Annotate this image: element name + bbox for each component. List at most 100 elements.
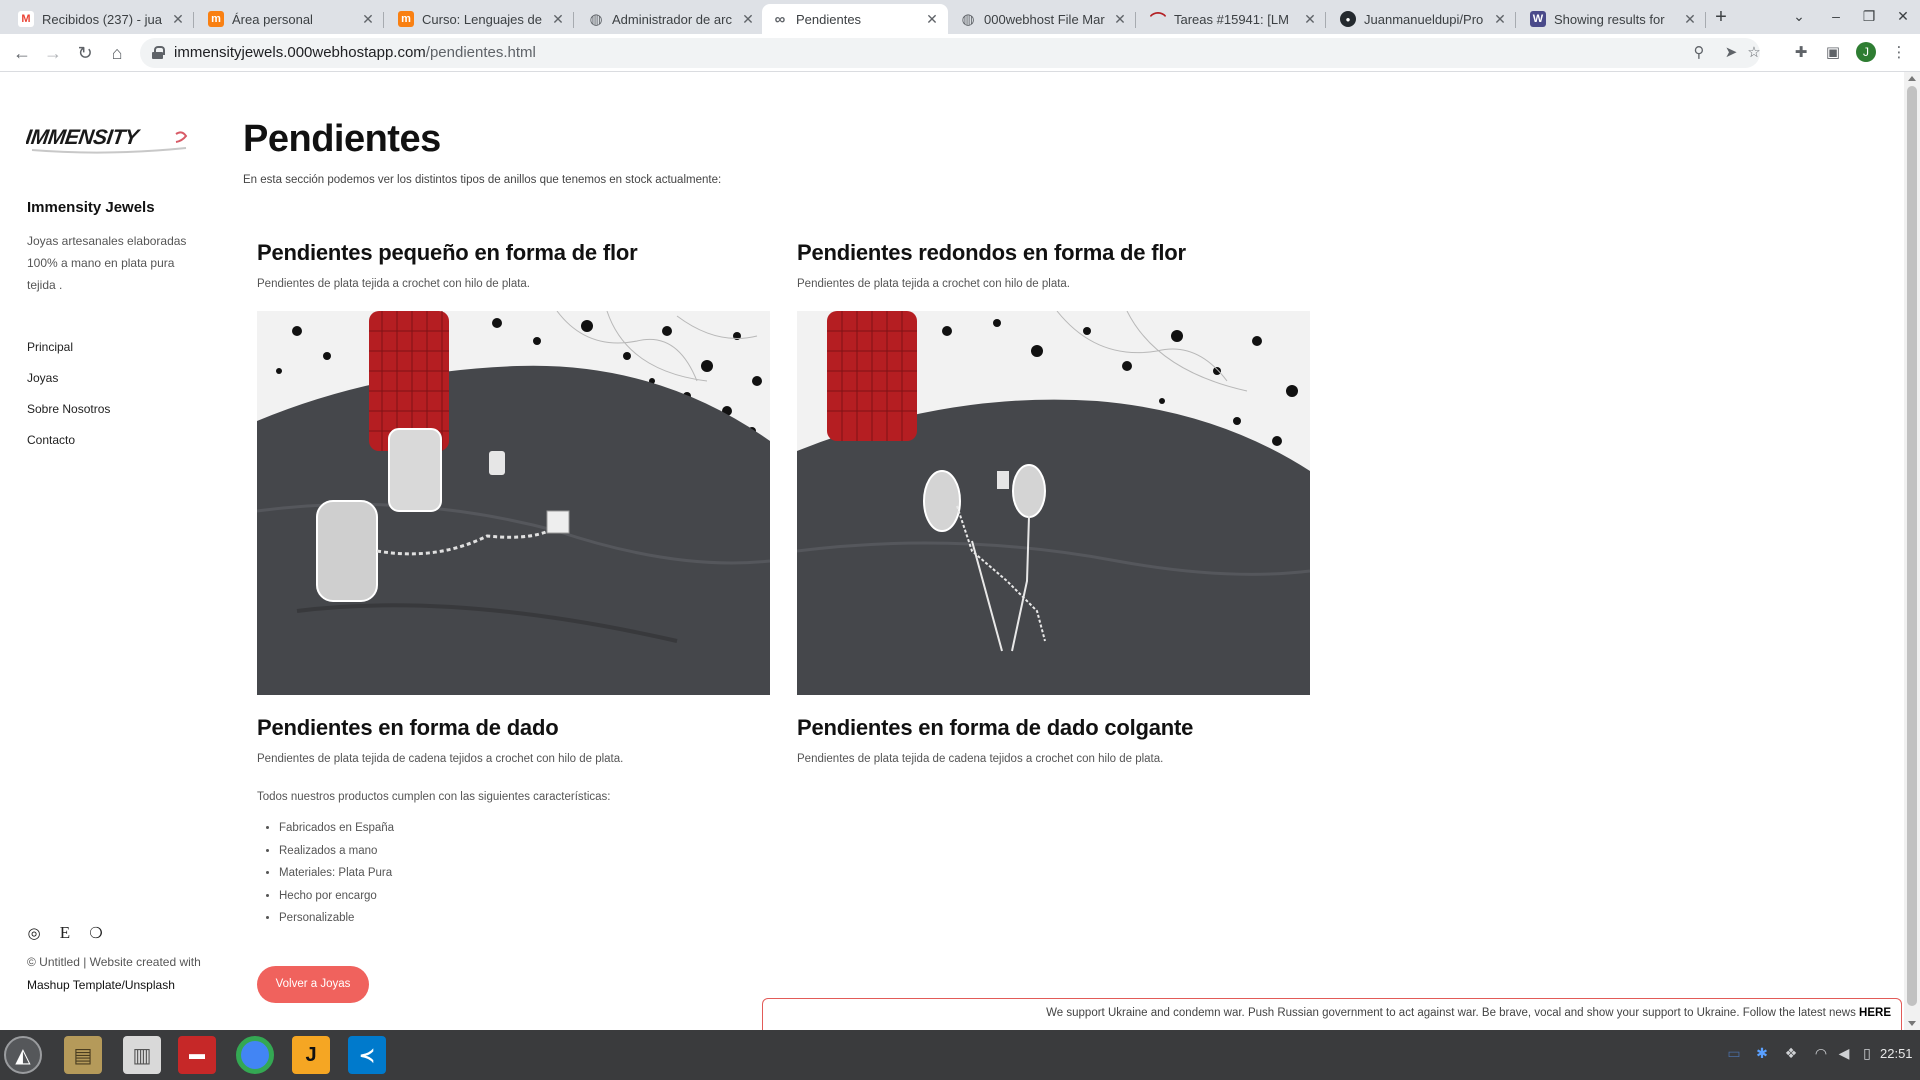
- profile-avatar[interactable]: J: [1856, 42, 1876, 62]
- product-photo: [257, 311, 770, 695]
- close-icon[interactable]: ✕: [924, 11, 940, 28]
- browser-tab-bar: M Recibidos (237) - jua ✕ m Área persona…: [0, 0, 1920, 34]
- tab-tareas[interactable]: ⌒ Tareas #15941: [LM ✕: [1140, 4, 1326, 34]
- close-icon[interactable]: ✕: [1112, 11, 1128, 28]
- system-clock[interactable]: 22:51: [1880, 1046, 1913, 1061]
- battery-icon[interactable]: ▯: [1858, 1045, 1876, 1062]
- product-title: Pendientes en forma de dado: [257, 715, 559, 740]
- features-intro: Todos nuestros productos cumplen con las…: [257, 791, 611, 803]
- home-icon[interactable]: ⌂: [105, 41, 129, 65]
- page-title: Pendientes: [243, 118, 441, 160]
- close-icon[interactable]: ✕: [740, 11, 756, 28]
- close-icon[interactable]: ✕: [1492, 11, 1508, 28]
- site-tagline: Joyas artesanales elaboradas 100% a mano…: [27, 234, 187, 292]
- scroll-up-icon[interactable]: [1908, 76, 1916, 81]
- tab-label: Área personal: [232, 11, 313, 27]
- close-icon[interactable]: ✕: [1302, 11, 1318, 28]
- close-icon[interactable]: ✕: [170, 11, 186, 28]
- nav-item-sobre-nosotros[interactable]: Sobre Nosotros: [27, 402, 110, 433]
- wolf-icon: W: [1530, 11, 1546, 27]
- tab-filemanager[interactable]: ◍ 000webhost File Mar ✕: [950, 4, 1136, 34]
- globe-icon: ◍: [589, 11, 603, 28]
- scrollbar-thumb[interactable]: [1907, 86, 1917, 1006]
- tab-showing-results[interactable]: W Showing results for ✕: [1520, 4, 1706, 34]
- address-bar[interactable]: immensityjewels.000webhostapp.com/pendie…: [140, 38, 1761, 68]
- browser-toolbar: ← → ↻ ⌂ immensityjewels.000webhostapp.co…: [0, 34, 1920, 72]
- close-icon[interactable]: ✕: [1682, 11, 1698, 28]
- nav-item-contacto[interactable]: Contacto: [27, 433, 110, 464]
- product-description: Pendientes de plata tejida a crochet con…: [257, 278, 530, 290]
- tab-search-chevron-icon[interactable]: ⌄: [1789, 8, 1809, 25]
- sidebar: IMMENSITY Immensity Jewels Joyas artesan…: [0, 72, 220, 1030]
- site-logo[interactable]: IMMENSITY: [26, 122, 192, 156]
- product-title: Pendientes redondos en forma de flor: [797, 240, 1186, 265]
- page-viewport: IMMENSITY Immensity Jewels Joyas artesan…: [0, 72, 1920, 1030]
- restore-icon[interactable]: ❐: [1859, 8, 1879, 25]
- tab-github[interactable]: ● Juanmanueldupi/Pro ✕: [1330, 4, 1516, 34]
- minimize-icon[interactable]: –: [1826, 8, 1846, 24]
- tab-label: Pendientes: [796, 11, 862, 27]
- wifi-icon[interactable]: ◠: [1812, 1045, 1830, 1062]
- terminal-icon[interactable]: ▬: [178, 1036, 216, 1074]
- features-list: Fabricados en España Realizados a mano M…: [257, 822, 394, 935]
- nav-item-joyas[interactable]: Joyas: [27, 371, 110, 402]
- close-icon[interactable]: ✕: [550, 11, 566, 28]
- zorin-menu-icon[interactable]: ◭: [4, 1036, 42, 1074]
- tab-area-personal[interactable]: m Área personal ✕: [198, 4, 384, 34]
- feature-item: Fabricados en España: [279, 822, 394, 845]
- banner-text: We support Ukraine and condemn war. Push…: [1046, 1007, 1891, 1019]
- logo-text: IMMENSITY: [26, 126, 142, 149]
- tab-label: Administrador de arc: [612, 11, 732, 27]
- mashup-template-link[interactable]: Mashup Template: [27, 978, 122, 992]
- lock-icon[interactable]: [152, 46, 165, 59]
- banner-here-link[interactable]: HERE: [1859, 1007, 1891, 1019]
- feature-item: Personalizable: [279, 912, 394, 935]
- zoom-icon[interactable]: ⚲: [1688, 42, 1710, 64]
- tab-pendientes[interactable]: ∞ Pendientes ✕: [762, 4, 948, 34]
- extensions-puzzle-icon[interactable]: ✚: [1790, 42, 1812, 64]
- forward-arrow-icon[interactable]: →: [41, 41, 65, 65]
- side-panel-icon[interactable]: ▣: [1822, 42, 1844, 64]
- globe-icon: ◍: [961, 11, 975, 28]
- reload-icon[interactable]: ↻: [73, 41, 97, 65]
- ukraine-support-banner: We support Ukraine and condemn war. Push…: [762, 998, 1902, 1030]
- etsy-icon[interactable]: E: [58, 923, 72, 943]
- feature-item: Hecho por encargo: [279, 890, 394, 913]
- tab-gmail[interactable]: M Recibidos (237) - jua ✕: [8, 4, 194, 34]
- dropbox-icon[interactable]: ❖: [1782, 1045, 1800, 1062]
- vscode-icon[interactable]: ≺: [348, 1036, 386, 1074]
- github-icon[interactable]: ❍: [89, 924, 103, 942]
- back-to-jewels-button[interactable]: Volver a Joyas: [257, 966, 369, 1003]
- network-status-icon[interactable]: ▭: [1725, 1045, 1743, 1062]
- file-cabinet-icon[interactable]: ▥: [123, 1036, 161, 1074]
- close-window-icon[interactable]: ✕: [1893, 8, 1913, 25]
- feature-item: Materiales: Plata Pura: [279, 867, 394, 890]
- files-icon[interactable]: ▤: [64, 1036, 102, 1074]
- main-content: Pendientes En esta sección podemos ver l…: [243, 72, 1893, 1030]
- close-icon[interactable]: ✕: [360, 11, 376, 28]
- back-arrow-icon[interactable]: ←: [10, 41, 34, 65]
- tab-curso[interactable]: m Curso: Lenguajes de ✕: [388, 4, 574, 34]
- feature-item: Realizados a mano: [279, 845, 394, 868]
- intellij-icon[interactable]: J: [292, 1036, 330, 1074]
- menu-dots-icon[interactable]: ⋮: [1888, 42, 1910, 64]
- product-title: Pendientes pequeño en forma de flor: [257, 240, 638, 265]
- product-title: Pendientes en forma de dado colgante: [797, 715, 1194, 740]
- unsplash-link[interactable]: Unsplash: [125, 978, 175, 992]
- page-scrollbar[interactable]: [1904, 72, 1920, 1030]
- os-taskbar: ◭ ▤ ▥ ▬ J ≺ ▭ ✱ ❖ ◠ ◀ ▯ 22:51: [0, 1030, 1920, 1080]
- bluetooth-icon[interactable]: ✱: [1753, 1045, 1771, 1062]
- tab-label: 000webhost File Mar: [984, 11, 1105, 27]
- product-card: Pendientes en forma de dado Pendientes d…: [257, 715, 770, 765]
- scroll-down-icon[interactable]: [1908, 1021, 1916, 1026]
- chrome-icon[interactable]: [236, 1036, 274, 1074]
- send-icon[interactable]: ➤: [1720, 42, 1742, 64]
- nav-item-principal[interactable]: Principal: [27, 340, 110, 371]
- new-tab-button[interactable]: +: [1709, 6, 1733, 30]
- product-card: Pendientes pequeño en forma de flor Pend…: [257, 240, 770, 290]
- tab-administrador[interactable]: ◍ Administrador de arc ✕: [578, 4, 764, 34]
- volume-icon[interactable]: ◀: [1835, 1045, 1853, 1062]
- bookmark-star-icon[interactable]: ☆: [1743, 42, 1765, 64]
- instagram-icon[interactable]: ◎: [27, 924, 41, 942]
- earring-icon: ∞: [774, 10, 786, 28]
